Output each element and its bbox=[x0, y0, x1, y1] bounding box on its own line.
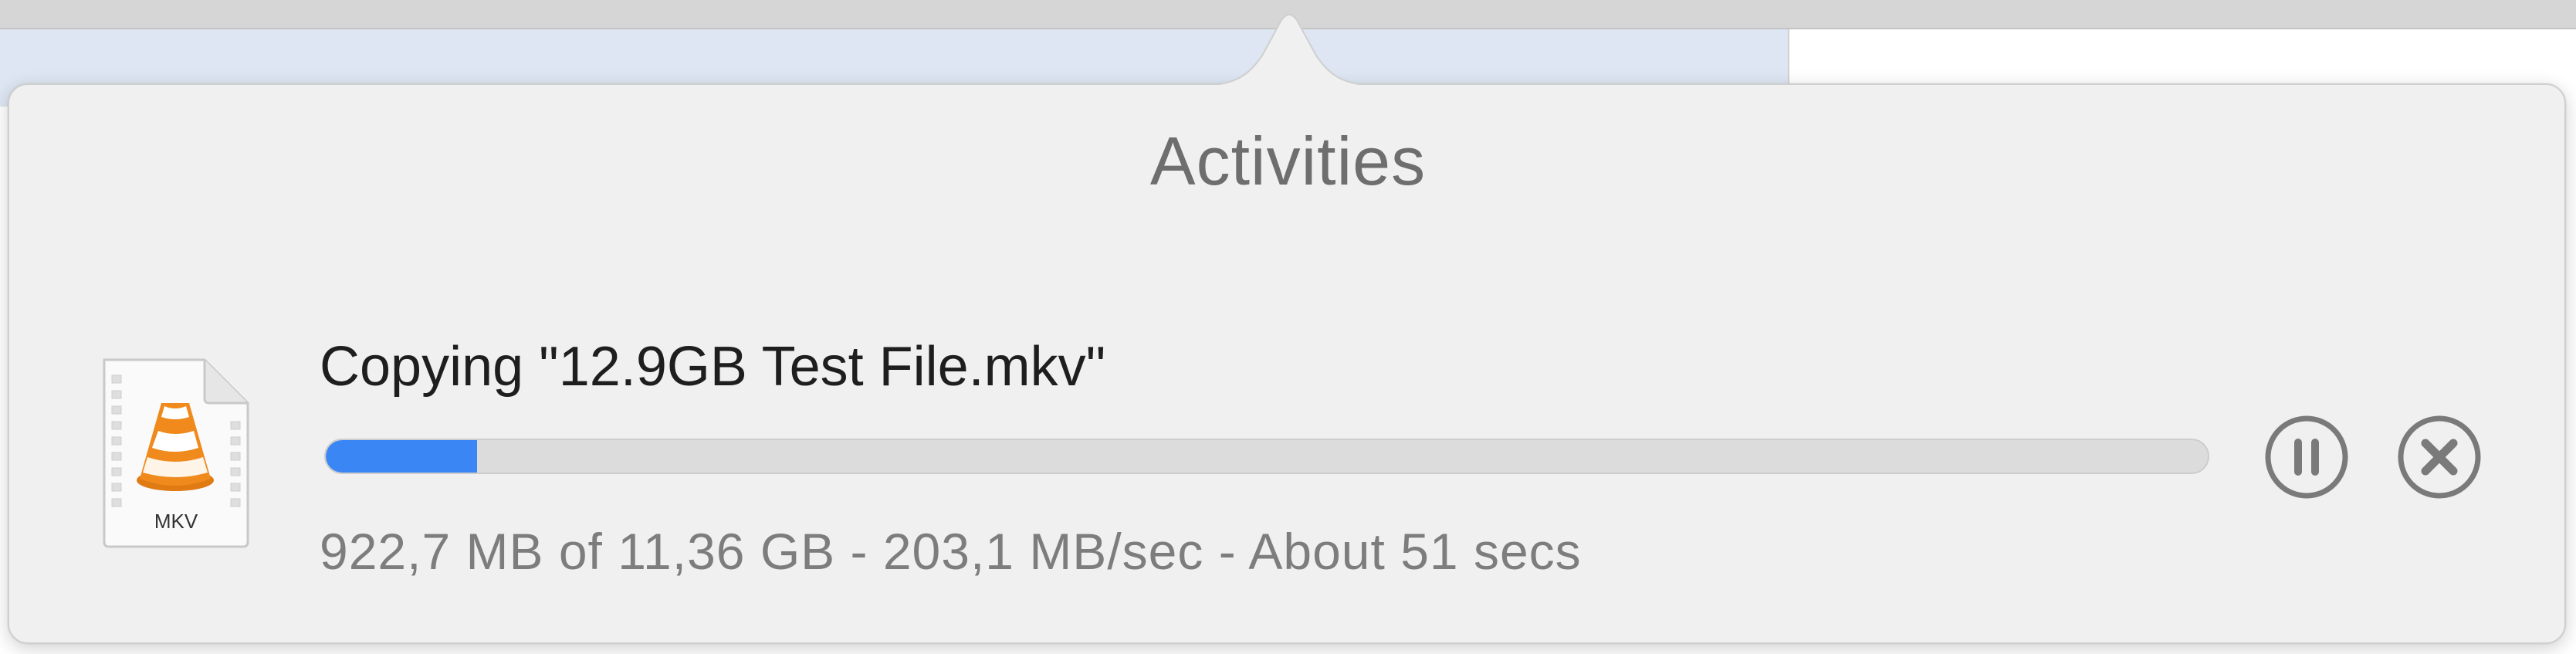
popover-title: Activities bbox=[1149, 123, 1427, 199]
pause-button[interactable] bbox=[2263, 414, 2350, 500]
pause-circle-icon bbox=[2265, 415, 2348, 499]
vlc-file-icon: MKV bbox=[103, 358, 249, 548]
activity-name: Copying "12.9GB Test File.mkv" bbox=[320, 336, 1106, 398]
cancel-button[interactable] bbox=[2396, 414, 2483, 500]
progress-fill bbox=[326, 440, 478, 473]
progress-bar bbox=[324, 439, 2209, 474]
close-circle-icon bbox=[2398, 415, 2481, 499]
activity-status: 922,7 MB of 11,36 GB - 203,1 MB/sec - Ab… bbox=[320, 523, 1582, 580]
file-type-label: MKV bbox=[154, 510, 198, 533]
popover-arrow bbox=[1173, 14, 1405, 86]
